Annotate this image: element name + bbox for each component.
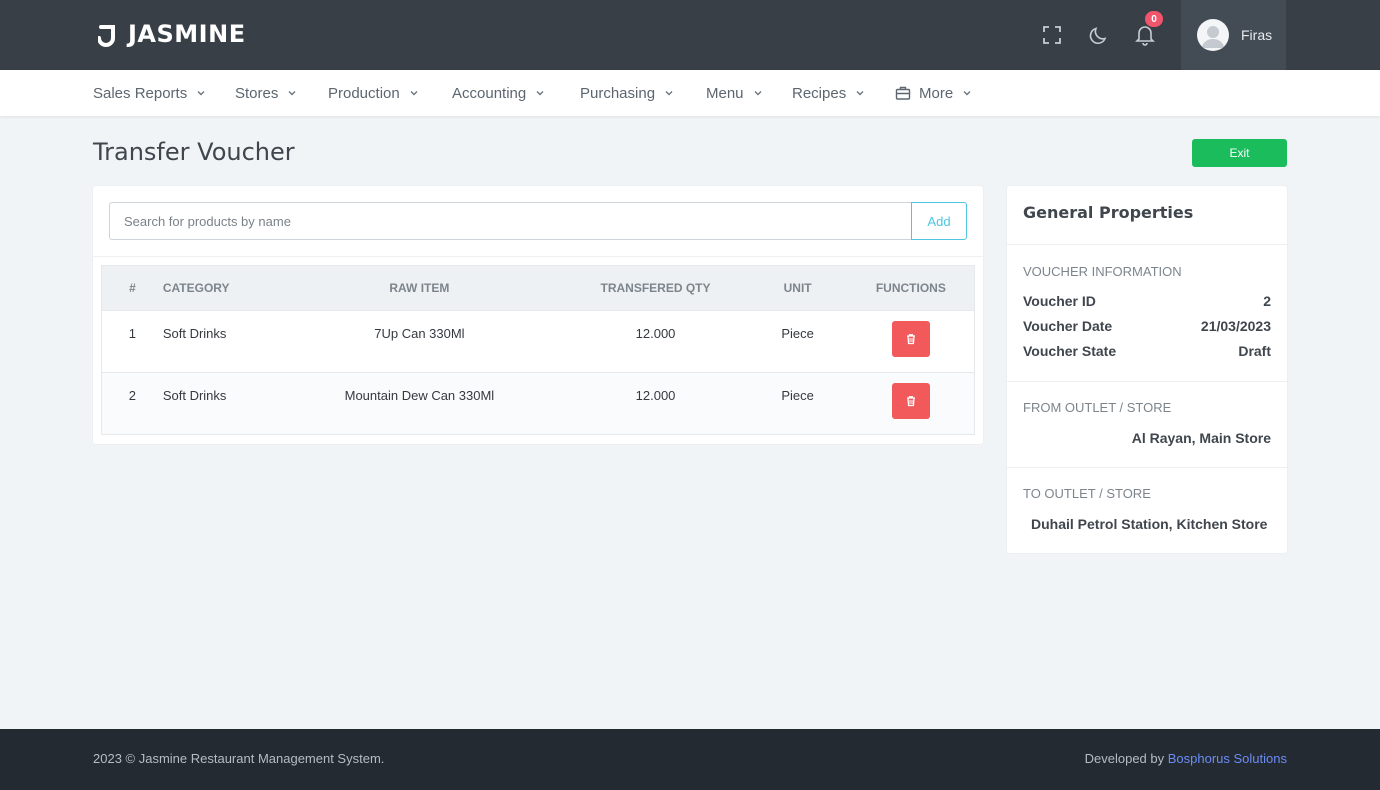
page-title: Transfer Voucher <box>93 138 295 166</box>
nav-label: Menu <box>706 84 744 102</box>
items-card: Add # CATEGORY RAW ITEM TRANSFERED QTY U… <box>93 186 983 444</box>
nav-label: Recipes <box>792 84 847 102</box>
col-header-qty: TRANSFERED QTY <box>563 265 748 311</box>
nav-production[interactable]: Production <box>328 70 420 116</box>
nav-purchasing[interactable]: Purchasing <box>580 70 675 116</box>
to-store-heading: TO OUTLET / STORE <box>1023 486 1151 501</box>
voucher-date-row: Voucher Date 21/03/2023 <box>1023 318 1271 334</box>
row-category: Soft Drinks <box>162 372 276 435</box>
side-title: General Properties <box>1023 203 1194 222</box>
row-raw-item: Mountain Dew Can 330Ml <box>275 372 564 435</box>
chevron-down-icon <box>856 91 864 96</box>
divider <box>93 256 983 257</box>
nav-accounting[interactable]: Accounting <box>452 70 546 116</box>
voucher-id-row: Voucher ID 2 <box>1023 293 1271 309</box>
brand-name: JASMINE <box>128 20 246 48</box>
row-functions <box>847 372 975 435</box>
voucher-info-heading: VOUCHER INFORMATION <box>1023 264 1182 279</box>
from-store-value: Al Rayan, Main Store <box>1131 430 1271 446</box>
general-properties-card: General Properties VOUCHER INFORMATION V… <box>1007 186 1287 553</box>
exit-button[interactable]: Exit <box>1192 139 1287 167</box>
copyright-text: 2023 © Jasmine Restaurant Management Sys… <box>93 751 385 766</box>
nav-label: More <box>919 84 954 102</box>
voucher-id-label: Voucher ID <box>1023 293 1096 309</box>
from-store-heading: FROM OUTLET / STORE <box>1023 400 1172 415</box>
row-number: 1 <box>101 310 163 373</box>
row-unit: Piece <box>747 372 848 435</box>
user-menu[interactable]: Firas <box>1181 0 1286 70</box>
footer: 2023 © Jasmine Restaurant Management Sys… <box>0 729 1380 790</box>
developed-by-text: Developed by <box>1084 751 1168 766</box>
chevron-down-icon <box>754 91 762 96</box>
voucher-state-value: Draft <box>1238 343 1271 359</box>
chevron-down-icon <box>197 91 205 96</box>
to-store-value: Duhail Petrol Station, Kitchen Store <box>1031 516 1268 532</box>
nav-label: Production <box>328 84 400 102</box>
notification-badge: 0 <box>1145 11 1163 27</box>
voucher-state-row: Voucher State Draft <box>1023 343 1271 359</box>
row-raw-item: 7Up Can 330Ml <box>275 310 564 373</box>
trash-icon <box>906 334 915 345</box>
nav-menu[interactable]: Menu <box>706 70 764 116</box>
row-qty: 12.000 <box>563 372 748 435</box>
nav-label: Stores <box>235 84 279 102</box>
divider <box>1007 244 1287 245</box>
briefcase-icon <box>895 86 911 100</box>
divider <box>1007 467 1287 468</box>
nav-label: Purchasing <box>580 84 656 102</box>
search-input[interactable] <box>109 202 911 240</box>
product-search: Add <box>109 202 967 240</box>
user-name: Firas <box>1241 27 1273 43</box>
nav-recipes[interactable]: Recipes <box>792 70 866 116</box>
nav-sales-reports[interactable]: Sales Reports <box>93 70 207 116</box>
nav-label: Accounting <box>452 84 527 102</box>
chevron-down-icon <box>963 91 971 96</box>
nav-stores[interactable]: Stores <box>235 70 298 116</box>
table-row: 2 Soft Drinks Mountain Dew Can 330Ml 12.… <box>101 372 975 435</box>
jasmine-logo-icon <box>97 21 118 47</box>
voucher-date-value: 21/03/2023 <box>1200 318 1271 334</box>
voucher-id-value: 2 <box>1263 293 1271 309</box>
main-nav: Sales Reports Stores Production Accounti… <box>0 70 1380 116</box>
row-category: Soft Drinks <box>162 310 276 373</box>
row-qty: 12.000 <box>563 310 748 373</box>
moon-icon[interactable] <box>1087 23 1111 47</box>
row-functions <box>847 310 975 373</box>
col-header-number: # <box>101 265 163 311</box>
developer-credit: Developed by Bosphorus Solutions <box>1085 751 1287 766</box>
items-table: # CATEGORY RAW ITEM TRANSFERED QTY UNIT … <box>101 265 975 435</box>
col-header-unit: UNIT <box>747 265 848 311</box>
top-bar: JASMINE 0 Firas <box>0 0 1380 70</box>
chevron-down-icon <box>536 91 544 96</box>
col-header-raw-item: RAW ITEM <box>275 265 564 311</box>
nav-label: Sales Reports <box>93 84 188 102</box>
table-header-row: # CATEGORY RAW ITEM TRANSFERED QTY UNIT … <box>101 265 975 311</box>
add-button[interactable]: Add <box>911 202 967 240</box>
col-header-category: CATEGORY <box>162 265 276 311</box>
developer-link[interactable]: Bosphorus Solutions <box>1168 751 1287 766</box>
chevron-down-icon <box>665 91 673 96</box>
brand-logo[interactable]: JASMINE <box>97 20 246 48</box>
user-avatar-icon <box>1197 19 1229 51</box>
delete-row-button[interactable] <box>891 383 930 419</box>
chevron-down-icon <box>410 91 418 96</box>
voucher-state-label: Voucher State <box>1023 343 1117 359</box>
nav-more[interactable]: More <box>895 70 973 116</box>
row-number: 2 <box>101 372 163 435</box>
fullscreen-icon[interactable] <box>1040 23 1064 47</box>
col-header-functions: FUNCTIONS <box>847 265 975 311</box>
table-row: 1 Soft Drinks 7Up Can 330Ml 12.000 Piece <box>101 310 975 373</box>
voucher-date-label: Voucher Date <box>1023 318 1113 334</box>
chevron-down-icon <box>288 91 296 96</box>
delete-row-button[interactable] <box>891 321 930 357</box>
divider <box>1007 381 1287 382</box>
trash-icon <box>906 396 915 407</box>
row-unit: Piece <box>747 310 848 373</box>
